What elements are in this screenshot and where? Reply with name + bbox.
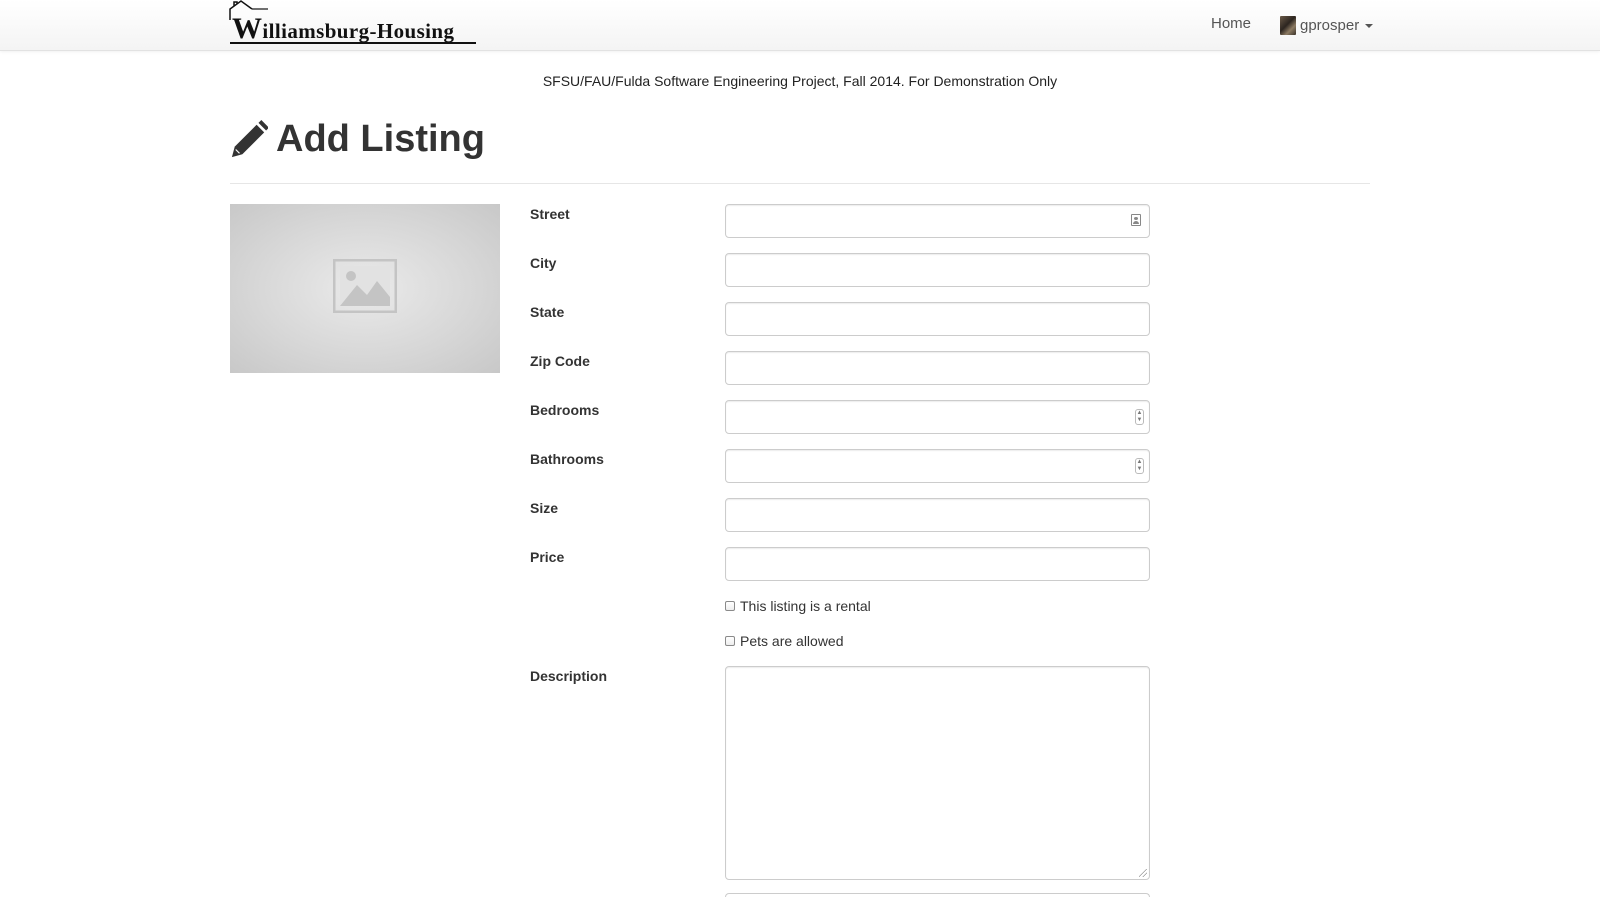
brand-underline	[230, 42, 476, 44]
size-label: Size	[530, 500, 559, 516]
next-field-partial[interactable]	[725, 893, 1150, 897]
brand-text: Williamsburg-Housing	[232, 12, 455, 45]
description-label: Description	[530, 668, 608, 684]
nav-home-link[interactable]: Home	[1211, 15, 1251, 32]
pencil-icon	[231, 119, 268, 157]
city-label: City	[530, 255, 557, 271]
bedrooms-label: Bedrooms	[530, 402, 600, 418]
pets-checkbox-row[interactable]: Pets are allowed	[725, 633, 844, 649]
contact-card-icon[interactable]	[1131, 214, 1141, 226]
rental-checkbox-row[interactable]: This listing is a rental	[725, 598, 871, 614]
bathrooms-label: Bathrooms	[530, 451, 604, 467]
size-input[interactable]	[725, 498, 1150, 532]
resize-handle-icon[interactable]	[1139, 869, 1147, 877]
bathrooms-input[interactable]: ▲ ▼	[725, 449, 1150, 483]
page-title-text: Add Listing	[276, 118, 485, 160]
street-input[interactable]	[725, 204, 1150, 238]
street-label: Street	[530, 206, 570, 222]
state-label: State	[530, 304, 565, 320]
navbar: Williamsburg-Housing Home gprosper	[0, 0, 1600, 51]
city-input[interactable]	[725, 253, 1150, 287]
listing-photo-placeholder[interactable]	[230, 204, 500, 373]
avatar	[1280, 15, 1296, 35]
title-divider	[230, 183, 1370, 184]
number-spinner-icon[interactable]: ▲ ▼	[1135, 458, 1144, 474]
zip-code-label: Zip Code	[530, 353, 590, 369]
description-textarea[interactable]	[725, 666, 1150, 880]
state-input[interactable]	[725, 302, 1150, 336]
username-label: gprosper	[1300, 16, 1360, 34]
demo-notice: SFSU/FAU/Fulda Software Engineering Proj…	[542, 73, 1058, 89]
number-spinner-icon[interactable]: ▲ ▼	[1135, 409, 1144, 425]
rental-checkbox[interactable]	[725, 601, 735, 611]
zip-code-input[interactable]	[725, 351, 1150, 385]
price-input[interactable]	[725, 547, 1150, 581]
caret-down-icon	[1365, 24, 1374, 28]
page-title: Add Listing	[230, 118, 485, 161]
bedrooms-input[interactable]: ▲ ▼	[725, 400, 1150, 434]
price-label: Price	[530, 549, 565, 565]
user-menu-toggle[interactable]: gprosper	[1280, 13, 1374, 37]
pets-checkbox-label[interactable]: Pets are allowed	[740, 633, 844, 649]
rental-checkbox-label[interactable]: This listing is a rental	[740, 598, 871, 614]
pets-checkbox[interactable]	[725, 636, 735, 646]
brand-logo[interactable]: Williamsburg-Housing	[228, 0, 480, 48]
image-placeholder-icon	[333, 259, 397, 313]
